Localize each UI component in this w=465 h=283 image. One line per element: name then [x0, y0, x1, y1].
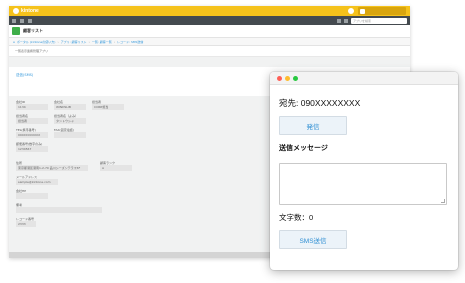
record-title: 一覧表示連携管理アプリ [15, 49, 49, 53]
send-sms-tab-button[interactable]: 送信(SMS) [16, 73, 33, 78]
kintone-logo-text: kintone [21, 8, 39, 14]
minimize-window-icon[interactable] [285, 75, 290, 81]
popup-titlebar [270, 72, 458, 85]
kintone-header: kintone [9, 6, 410, 16]
notification-icon[interactable] [348, 8, 354, 14]
recipient-label: 宛先: 090XXXXXXXX [279, 98, 361, 108]
breadcrumb-item[interactable]: アプリ: 顧客リスト [61, 40, 87, 44]
user-menu[interactable] [358, 7, 406, 15]
help-icon[interactable] [344, 18, 348, 23]
field-company-name: 会社名 WINDSLIB [54, 100, 86, 110]
field-mobile: TEL(携帯番号) 090XXXXXXXX [16, 128, 48, 138]
record-title-bar: 一覧表示連携管理アプリ [9, 46, 410, 57]
favorite-icon[interactable] [28, 18, 32, 23]
char-count: 文字数：0 [279, 213, 314, 222]
resize-handle-icon[interactable] [441, 199, 445, 203]
close-window-icon[interactable] [277, 75, 282, 81]
field-fax: FAX(固定電話) [54, 128, 86, 138]
field-contact-name: 担当者名 担当者 [16, 114, 48, 124]
breadcrumb: ⌂ ポータル (kintoneの使い方) › アプリ: 顧客リスト › 一覧: … [9, 38, 410, 46]
field-contact: 担当者 CORP担当 [92, 100, 124, 110]
field-customer-rank: 顧客ランク A [100, 161, 132, 171]
app-header: 顧客リスト [9, 25, 410, 38]
screen: kintone アプリを検索 顧客リスト ⌂ ポータル (kintoneの使い方… [0, 0, 465, 283]
breadcrumb-item[interactable]: ポータル (kintoneの使い方) [17, 40, 56, 44]
field-contact-kana: 担当者名（よみ） タントウシャ [54, 114, 86, 124]
field-address: 住所 東京都港区港南1-2-70 品川シーズンテラス5F [16, 161, 88, 171]
breadcrumb-item[interactable]: 一覧: 顧客一覧 [92, 40, 112, 44]
user-avatar-icon [360, 8, 365, 14]
app-icon [12, 27, 20, 35]
field-homepage: 会社HP [16, 189, 48, 199]
field-postal-code: 郵便番号(数字のみ) 1234567 [16, 142, 48, 152]
message-textarea[interactable] [279, 163, 447, 205]
menu-icon[interactable] [12, 18, 16, 23]
field-record-number: レコード番号 2333 [16, 217, 36, 227]
breadcrumb-home-icon[interactable]: ⌂ [13, 40, 15, 44]
home-icon[interactable] [20, 18, 24, 23]
app-title: 顧客リスト [23, 28, 43, 33]
sms-popup-window: 宛先: 090XXXXXXXX 発信 送信メッセージ 文字数：0 SMS送信 [270, 72, 458, 270]
send-button[interactable]: 発信 [279, 116, 347, 135]
field-company-id: 会社ID 1134 [16, 100, 48, 110]
gear-icon[interactable] [337, 18, 341, 23]
message-label: 送信メッセージ [279, 144, 328, 152]
field-notes: 備考 [16, 203, 102, 213]
maximize-window-icon[interactable] [293, 75, 298, 81]
kintone-logo: kintone [13, 8, 39, 14]
kintone-logo-icon [13, 8, 19, 14]
app-search-input[interactable]: アプリを検索 [351, 17, 407, 24]
breadcrumb-item: レコード: SMS送信 [116, 39, 144, 44]
field-email: メールアドレス sample@kintone.com [16, 175, 58, 185]
sms-send-button[interactable]: SMS送信 [279, 230, 347, 249]
kintone-navbar: アプリを検索 [9, 16, 410, 25]
